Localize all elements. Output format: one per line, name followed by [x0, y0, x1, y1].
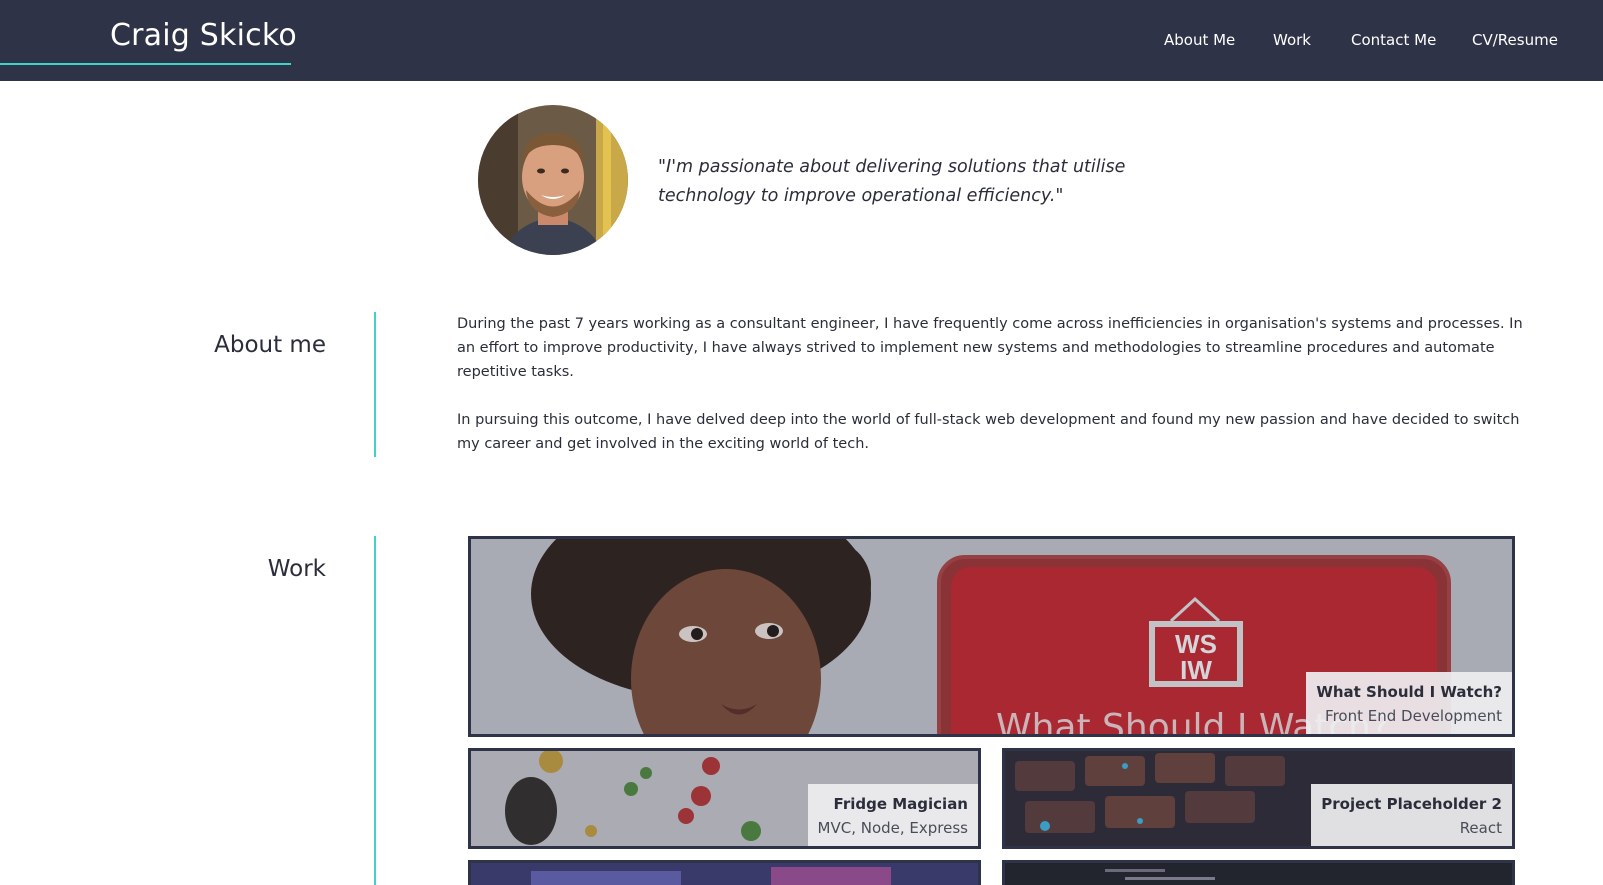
profile-avatar: [478, 105, 628, 255]
project-card-partial-1[interactable]: [468, 860, 981, 885]
project-title: Fridge Magician: [833, 795, 968, 813]
nav-contact-me[interactable]: Contact Me: [1351, 31, 1436, 49]
project-image-partial-1: [471, 863, 978, 885]
nav-work[interactable]: Work: [1273, 31, 1311, 49]
work-divider: [374, 536, 376, 885]
about-section-title: About me: [214, 332, 326, 358]
work-section-title: Work: [267, 556, 326, 582]
project-image-code: [1005, 863, 1512, 885]
nav-about-me[interactable]: About Me: [1164, 31, 1235, 49]
project-caption: Project Placeholder 2 React: [1311, 784, 1512, 846]
brand-underline: [0, 63, 291, 65]
project-subtitle: MVC, Node, Express: [817, 819, 968, 837]
site-brand[interactable]: Craig Skicko: [110, 18, 297, 53]
project-caption: What Should I Watch? Front End Developme…: [1306, 672, 1512, 734]
project-subtitle: Front End Development: [1325, 707, 1502, 725]
project-card-fridge-magician[interactable]: Fridge Magician MVC, Node, Express: [468, 748, 981, 849]
about-paragraph-1: During the past 7 years working as a con…: [457, 316, 1523, 380]
project-card-partial-2[interactable]: [1002, 860, 1515, 885]
top-navbar: Craig Skicko About Me Work Contact Me CV…: [0, 0, 1603, 81]
about-divider: [374, 312, 376, 457]
nav-cv-resume[interactable]: CV/Resume: [1472, 31, 1558, 49]
project-card-placeholder-2[interactable]: Project Placeholder 2 React: [1002, 748, 1515, 849]
project-card-what-should-i-watch[interactable]: WS IW What Should I Watch? What Should I…: [468, 536, 1515, 737]
project-title: What Should I Watch?: [1316, 683, 1502, 701]
project-title: Project Placeholder 2: [1321, 795, 1502, 813]
project-subtitle: React: [1459, 819, 1502, 837]
project-caption: Fridge Magician MVC, Node, Express: [807, 784, 978, 846]
hero-quote: "I'm passionate about delivering solutio…: [658, 157, 1126, 206]
about-paragraph-2: In pursuing this outcome, I have delved …: [457, 412, 1520, 452]
